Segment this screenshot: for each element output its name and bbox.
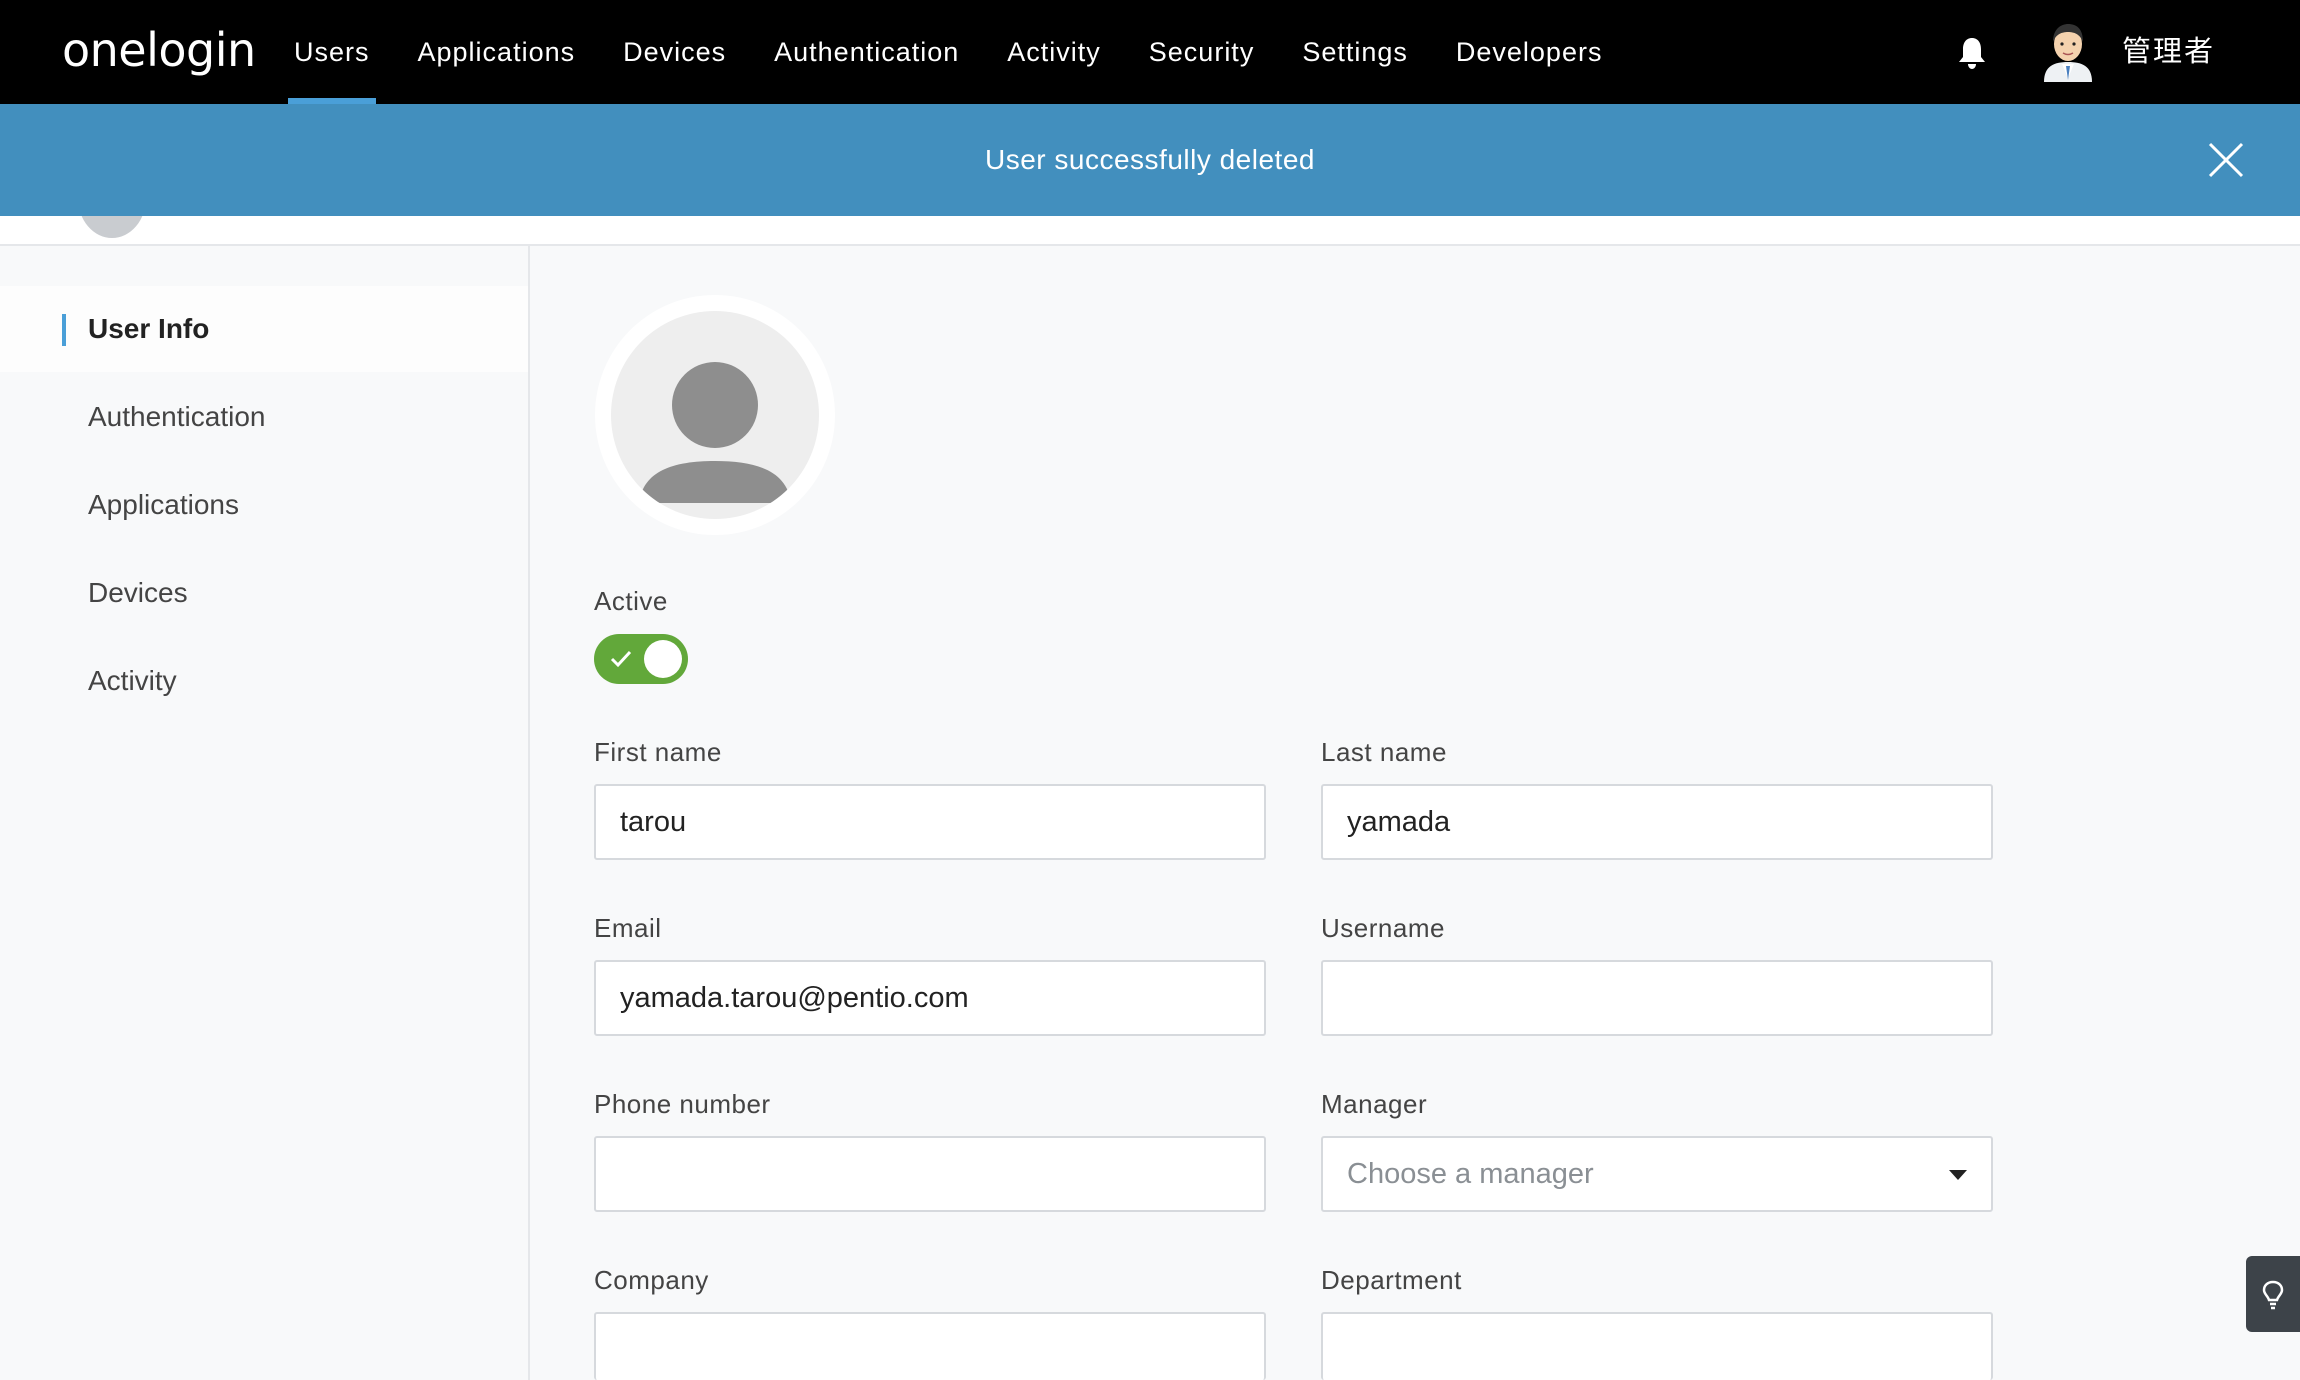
person-icon [639,362,791,503]
manager-select[interactable]: Choose a manager [1321,1136,1993,1212]
last-name-label: Last name [1321,737,1447,767]
close-icon[interactable] [2208,142,2244,178]
manager-placeholder: Choose a manager [1347,1158,1594,1190]
banner-message: User successfully deleted [985,144,1315,175]
toggle-knob [644,640,682,678]
main-nav: Users Applications Devices Authenticatio… [270,0,1626,104]
email-label: Email [594,913,662,943]
first-name-field[interactable]: tarou [594,784,1266,860]
top-navigation-bar: onelogin Users Applications Devices Auth… [0,0,2300,104]
username-label: Username [1321,913,1445,943]
header-avatar-partial [78,216,146,238]
nav-applications[interactable]: Applications [394,0,600,104]
success-banner: User successfully deleted [0,104,2300,216]
admin-avatar[interactable] [2040,20,2096,82]
sidebar-item-user-info[interactable]: User Info [0,286,528,372]
department-label: Department [1321,1265,1462,1295]
nav-settings[interactable]: Settings [1278,0,1432,104]
first-name-label: First name [594,737,722,767]
nav-devices[interactable]: Devices [599,0,750,104]
manager-label: Manager [1321,1089,1428,1119]
phone-field[interactable] [594,1136,1266,1212]
onelogin-logo[interactable]: onelogin [62,20,256,80]
check-icon [610,650,632,668]
user-avatar-placeholder [611,311,819,519]
email-field[interactable]: yamada.tarou@pentio.com [594,960,1266,1036]
help-button[interactable] [2246,1256,2300,1332]
admin-name[interactable]: 管理者 [2122,30,2215,72]
sidebar-item-applications[interactable]: Applications [0,462,528,548]
user-header-strip [0,216,2300,246]
username-field[interactable] [1321,960,1993,1036]
user-avatar[interactable] [595,295,835,535]
nav-authentication[interactable]: Authentication [750,0,983,104]
nav-users[interactable]: Users [270,0,394,104]
caret-down-icon [1949,1170,1967,1180]
user-sidebar: User Info Authentication Applications De… [0,246,530,1380]
sidebar-item-devices[interactable]: Devices [0,550,528,636]
company-field[interactable] [594,1312,1266,1380]
nav-developers[interactable]: Developers [1432,0,1627,104]
lightbulb-icon [2262,1280,2284,1310]
last-name-field[interactable]: yamada [1321,784,1993,860]
department-field[interactable] [1321,1312,1993,1380]
phone-label: Phone number [594,1089,771,1119]
nav-activity[interactable]: Activity [983,0,1125,104]
sidebar-item-activity[interactable]: Activity [0,638,528,724]
active-label: Active [594,586,668,616]
active-toggle[interactable] [594,634,688,684]
nav-security[interactable]: Security [1125,0,1279,104]
bell-icon[interactable] [1957,36,1987,70]
company-label: Company [594,1265,709,1295]
sidebar-item-authentication[interactable]: Authentication [0,374,528,460]
